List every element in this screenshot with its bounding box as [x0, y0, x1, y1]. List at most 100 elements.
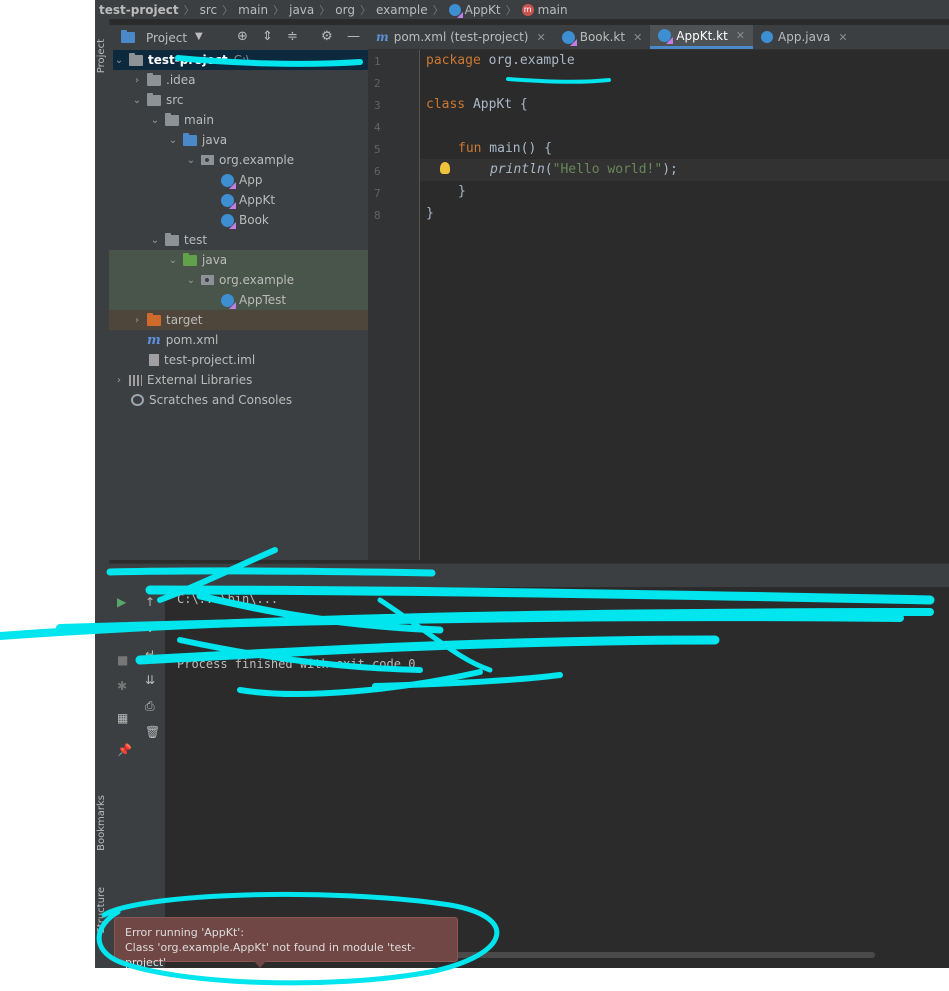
tree-item-external-libraries[interactable]: › External Libraries [113, 370, 372, 390]
soft-wrap-icon[interactable]: ↵ [145, 647, 155, 661]
run-toolbar-left: ▶ ✎ ■ ✱ ▦ 📌 [109, 587, 137, 968]
tab-label: AppKt.kt [676, 28, 728, 43]
project-tool-window-button[interactable]: Project [96, 39, 107, 73]
tree-item-apptest[interactable]: AppTest [109, 290, 368, 310]
tree-item-label: org.example [219, 153, 295, 167]
kotlin-file-icon [221, 213, 236, 229]
chevron-right-icon[interactable]: › [113, 375, 125, 386]
tree-item-idea[interactable]: › .idea [131, 70, 390, 90]
chevron-down-icon[interactable]: ⌄ [167, 135, 179, 146]
code-line-7: } [458, 181, 466, 203]
console-command-line: C:\...\bin\... [177, 592, 279, 606]
chevron-down-icon[interactable]: ⌄ [113, 55, 125, 66]
chevron-right-icon[interactable]: › [131, 315, 143, 326]
keyword: package [426, 53, 481, 68]
expand-all-icon[interactable]: ⇕ [262, 29, 273, 44]
tree-item-scratches[interactable]: Scratches and Consoles [131, 390, 390, 410]
tree-item-label: External Libraries [147, 373, 253, 387]
test-folder-icon [183, 252, 197, 266]
wrench-icon[interactable]: ✎ [117, 621, 127, 635]
breadcrumb-separator: 〉 [222, 3, 234, 17]
line-number: 8 [374, 209, 381, 222]
code-text: org.example [480, 53, 575, 68]
line-number: 5 [374, 143, 381, 156]
chevron-down-icon[interactable]: ⌄ [167, 255, 179, 266]
breadcrumb-example[interactable]: example [376, 3, 428, 17]
tree-item-target[interactable]: › target [109, 310, 368, 330]
layout-icon[interactable]: ▦ [117, 711, 128, 725]
chevron-right-icon[interactable]: › [131, 75, 143, 86]
source-folder-icon [183, 132, 197, 146]
chevron-down-icon[interactable]: ▼ [195, 31, 203, 42]
tab-book-kt[interactable]: Book.kt ✕ [554, 25, 651, 49]
tree-item-label: org.example [219, 273, 295, 287]
breadcrumb-main-method[interactable]: main [538, 3, 568, 17]
stop-icon[interactable]: ■ [117, 653, 128, 667]
code-editor[interactable]: package org.example class AppKt { fun ma… [420, 50, 949, 560]
arrow-up-icon[interactable]: ↑ [145, 595, 155, 609]
breadcrumb-separator: 〉 [432, 3, 444, 17]
tab-app-java[interactable]: App.java ✕ [753, 25, 856, 49]
tree-item-label: .idea [166, 73, 196, 87]
keyword: class [426, 97, 466, 112]
close-icon[interactable]: ✕ [633, 31, 642, 44]
code-line-8: } [426, 203, 434, 225]
horizontal-scrollbar[interactable] [455, 952, 875, 958]
bookmarks-tool-window-button[interactable]: Bookmarks [96, 795, 107, 851]
code-line-6: println("Hello world!"); [440, 159, 678, 181]
method-icon: m [521, 3, 534, 16]
breadcrumb-src[interactable]: src [200, 3, 218, 17]
chevron-down-icon[interactable]: ⌄ [149, 235, 161, 246]
line-number: 1 [374, 55, 381, 68]
chevron-down-icon[interactable]: ⌄ [131, 95, 143, 106]
close-icon[interactable]: ✕ [736, 29, 745, 42]
structure-tool-window-button[interactable]: Structure [96, 887, 107, 934]
trash-icon[interactable]: 🗑 [145, 725, 160, 739]
hide-panel-icon[interactable]: — [347, 29, 360, 44]
folder-icon [147, 72, 161, 86]
breadcrumb-separator: 〉 [505, 3, 517, 17]
code-text: main() { [481, 141, 552, 156]
tree-item-test-java[interactable]: ⌄ java [109, 250, 368, 270]
close-icon[interactable]: ✕ [537, 31, 546, 44]
breadcrumb-separator: 〉 [183, 3, 195, 17]
breadcrumb-java[interactable]: java [289, 3, 314, 17]
chevron-down-icon[interactable]: ⌄ [185, 275, 197, 286]
breadcrumb: test-project 〉 src 〉 main 〉 java 〉 org 〉 exam… [95, 0, 949, 19]
error-notification[interactable]: Error running 'AppKt': Class 'org.exampl… [114, 917, 458, 969]
debug-icon[interactable]: ✱ [117, 679, 127, 693]
tree-item-label: src [166, 93, 184, 107]
tree-item-test-org-example[interactable]: ⌄ org.example [109, 270, 368, 290]
tree-item-test-project[interactable]: ⌄ test-project C:\... [113, 50, 368, 70]
breadcrumb-appkt[interactable]: AppKt [465, 3, 501, 17]
package-icon [201, 155, 214, 165]
tree-item-label: App [239, 173, 263, 187]
breadcrumb-main[interactable]: main [238, 3, 268, 17]
line-number: 6 [374, 165, 381, 178]
editor-gutter[interactable]: 1 2 3 4 5 6 7 8 [368, 50, 420, 560]
arrow-down-icon[interactable]: ↓ [145, 621, 155, 635]
tree-item-src[interactable]: ⌄ src [131, 90, 390, 110]
project-view-selector[interactable]: Project [146, 31, 187, 45]
close-icon[interactable]: ✕ [838, 31, 847, 44]
run-console[interactable]: C:\...\bin\... Process finished with exi… [165, 587, 949, 968]
scroll-to-end-icon[interactable]: ⇊ [145, 673, 155, 687]
line-number: 3 [374, 99, 381, 112]
gear-icon[interactable]: ⚙ [321, 29, 333, 44]
chevron-down-icon[interactable]: ⌄ [185, 155, 197, 166]
rerun-icon[interactable]: ▶ [117, 595, 126, 609]
chevron-down-icon[interactable]: ⌄ [149, 115, 161, 126]
tab-pom-xml[interactable]: m pom.xml (test-project) ✕ [368, 25, 554, 49]
collapse-all-icon[interactable]: ≑ [287, 29, 298, 44]
breadcrumb-org[interactable]: org [335, 3, 355, 17]
locate-file-icon[interactable]: ⊕ [237, 29, 248, 44]
print-icon[interactable]: ⎙ [145, 699, 155, 714]
breadcrumb-project[interactable]: test-project [99, 3, 179, 17]
tab-label: App.java [778, 30, 831, 44]
code-text: ( [544, 162, 553, 177]
line-number: 7 [374, 187, 381, 200]
tab-appkt-kt[interactable]: AppKt.kt ✕ [650, 25, 753, 49]
lightbulb-icon[interactable] [440, 162, 450, 174]
pin-icon[interactable]: 📌 [117, 743, 132, 757]
code-text: AppKt { [465, 97, 528, 112]
